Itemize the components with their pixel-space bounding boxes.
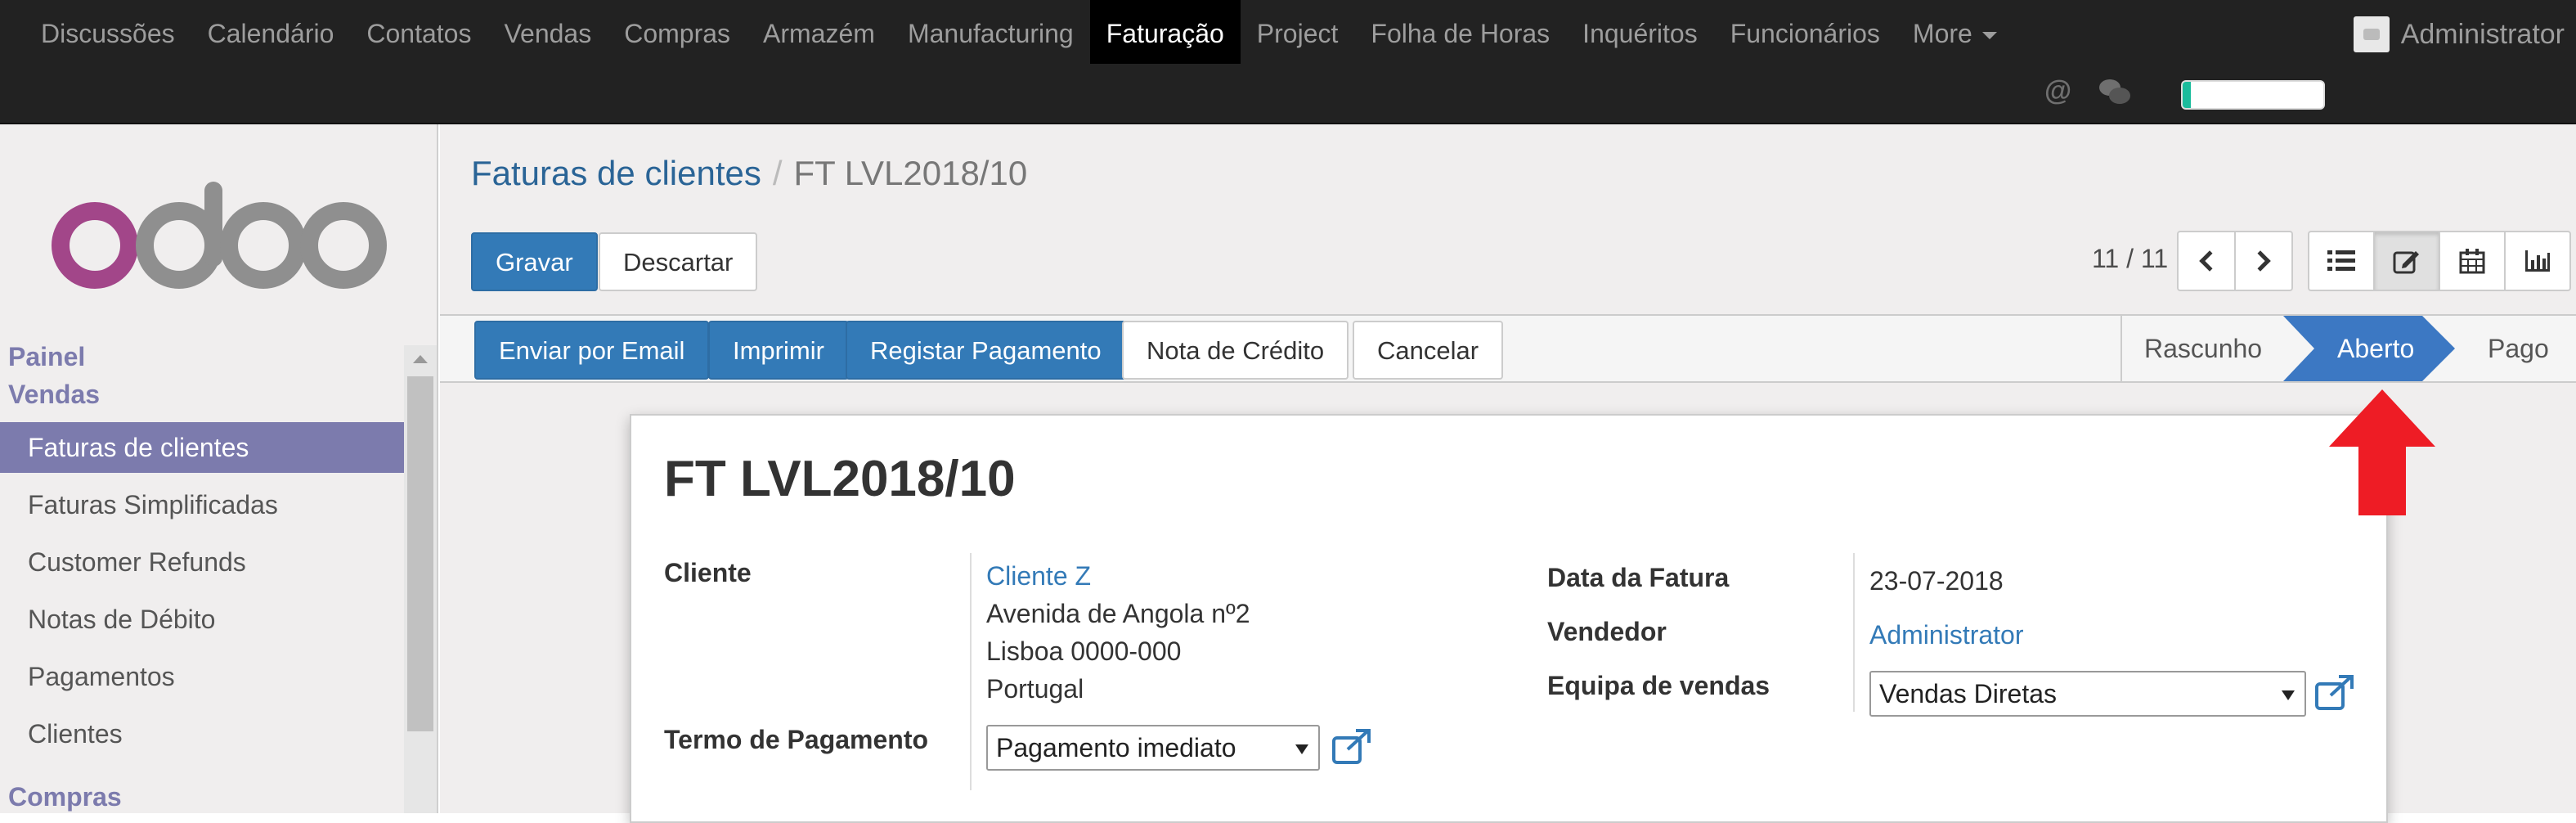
status-bar: Enviar por Email Imprimir Registar Pagam… [440, 314, 2576, 383]
main-menu: Discussões Calendário Contatos Vendas Co… [25, 0, 2013, 64]
menu-contatos[interactable]: Contatos [350, 0, 487, 64]
chevron-right-icon [2250, 250, 2271, 272]
stage-rascunho[interactable]: Rascunho [2144, 316, 2262, 381]
menu-armazem[interactable]: Armazém [747, 0, 891, 64]
graph-view-button[interactable] [2504, 231, 2571, 291]
main-content: Faturas de clientes / FT LVL2018/10 Gravar… [440, 124, 2576, 823]
sidebar-item-faturas-de-clientes[interactable]: Faturas de clientes [0, 422, 404, 473]
save-button[interactable]: Gravar [471, 232, 598, 291]
menu-more[interactable]: More [1896, 0, 2013, 64]
dropdown-arrow-icon [1295, 744, 1308, 754]
caret-down-icon [1981, 32, 1997, 40]
credit-note-button[interactable]: Nota de Crédito [1122, 321, 1349, 380]
calendar-view-icon [2459, 249, 2485, 274]
discard-button[interactable]: Descartar [599, 232, 758, 291]
sales-team-value: Vendas Diretas [1879, 679, 2058, 708]
stage-aberto[interactable]: Aberto [2337, 316, 2414, 381]
systray: @ [2044, 75, 2131, 107]
menu-compras[interactable]: Compras [608, 0, 747, 64]
payment-term-value: Pagamento imediato [996, 733, 1236, 762]
breadcrumb-current: FT LVL2018/10 [793, 154, 1028, 192]
invoice-date-label: Data da Fatura [1547, 563, 1730, 592]
avatar [2353, 16, 2390, 52]
form-view-icon [2393, 251, 2419, 274]
customer-label: Cliente [664, 558, 752, 587]
external-link-icon[interactable] [1331, 728, 1372, 766]
chevron-left-icon [2199, 250, 2220, 272]
menu-manufacturing[interactable]: Manufacturing [891, 0, 1090, 64]
menu-discussoes[interactable]: Discussões [25, 0, 191, 64]
sidebar-section-compras: Compras [8, 782, 122, 812]
pager-counter[interactable]: 11 / 11 [2092, 244, 2168, 274]
progress-bar [2181, 80, 2325, 110]
progress-fill [2183, 82, 2192, 108]
sidebar: odoo Painel Vendas Faturas de clientes F… [0, 124, 438, 813]
user-menu[interactable]: Administrator [2353, 16, 2565, 52]
form-view-button[interactable] [2373, 231, 2440, 291]
invoice-date-value[interactable]: 23-07-2018 [1869, 566, 2004, 596]
user-name: Administrator [2400, 18, 2565, 50]
menu-project[interactable]: Project [1241, 0, 1355, 64]
stage-pago[interactable]: Pago [2488, 316, 2549, 381]
annotation-arrow-icon [2329, 389, 2435, 515]
sidebar-item-customer-refunds[interactable]: Customer Refunds [0, 537, 404, 587]
menu-folha-de-horas[interactable]: Folha de Horas [1354, 0, 1566, 64]
sidebar-section-vendas: Vendas [8, 380, 101, 409]
divider [970, 553, 972, 790]
odoo-logo[interactable]: odoo [44, 170, 388, 293]
salesperson-label: Vendedor [1547, 617, 1667, 646]
calendar-view-button[interactable] [2439, 231, 2506, 291]
list-view-button[interactable] [2308, 231, 2375, 291]
menu-calendario[interactable]: Calendário [191, 0, 351, 64]
sidebar-item-notas-de-debito[interactable]: Notas de Débito [0, 594, 404, 645]
scroll-up-icon[interactable] [413, 355, 428, 363]
menu-more-label: More [1912, 19, 1972, 48]
print-button[interactable]: Imprimir [708, 321, 849, 380]
address-line-1: Avenida de Angola nº2 [986, 599, 1250, 628]
scrollbar-thumb[interactable] [407, 376, 433, 731]
pager-next-button[interactable] [2234, 231, 2293, 291]
address-line-2: Lisboa 0000-000 [986, 636, 1182, 666]
breadcrumb-parent[interactable]: Faturas de clientes [471, 154, 761, 192]
pager-previous-button[interactable] [2177, 231, 2236, 291]
sidebar-scrollbar[interactable] [404, 345, 437, 813]
sales-team-label: Equipa de vendas [1547, 671, 1770, 700]
list-view-icon [2327, 250, 2355, 271]
sidebar-item-pagamentos[interactable]: Pagamentos [0, 651, 404, 702]
cancel-invoice-button[interactable]: Cancelar [1353, 321, 1504, 380]
customer-link[interactable]: Cliente Z [986, 561, 1091, 591]
breadcrumb: Faturas de clientes / FT LVL2018/10 [471, 154, 1027, 193]
top-navbar: Discussões Calendário Contatos Vendas Co… [0, 0, 2576, 124]
chat-icon[interactable] [2099, 79, 2131, 104]
graph-view-icon [2525, 250, 2550, 272]
payment-term-label: Termo de Pagamento [664, 725, 929, 754]
address-line-3: Portugal [986, 674, 1084, 704]
sales-team-select[interactable]: Vendas Diretas [1869, 671, 2306, 717]
sidebar-menu: Faturas de clientes Faturas Simplificada… [0, 422, 404, 766]
dropdown-arrow-icon [2282, 690, 2295, 700]
menu-funcionarios[interactable]: Funcionários [1714, 0, 1896, 64]
invoice-title: FT LVL2018/10 [664, 451, 1016, 507]
register-payment-button[interactable]: Registar Pagamento [846, 321, 1126, 380]
payment-term-select[interactable]: Pagamento imediato [986, 725, 1320, 771]
sidebar-item-faturas-simplificadas[interactable]: Faturas Simplificadas [0, 479, 404, 530]
external-link-icon[interactable] [2314, 674, 2355, 712]
sidebar-section-painel[interactable]: Painel [8, 342, 85, 372]
invoice-form-sheet: FT LVL2018/10 Cliente Cliente Z Avenida … [630, 414, 2388, 823]
breadcrumb-separator: / [772, 154, 783, 192]
menu-vendas[interactable]: Vendas [487, 0, 608, 64]
mention-icon[interactable]: @ [2044, 75, 2071, 107]
divider [1853, 553, 1855, 712]
send-email-button[interactable]: Enviar por Email [474, 321, 710, 380]
menu-faturacao[interactable]: Faturação [1089, 0, 1241, 64]
sidebar-item-clientes[interactable]: Clientes [0, 708, 404, 759]
menu-inqueritos[interactable]: Inquéritos [1566, 0, 1714, 64]
salesperson-link[interactable]: Administrator [1869, 620, 2024, 650]
